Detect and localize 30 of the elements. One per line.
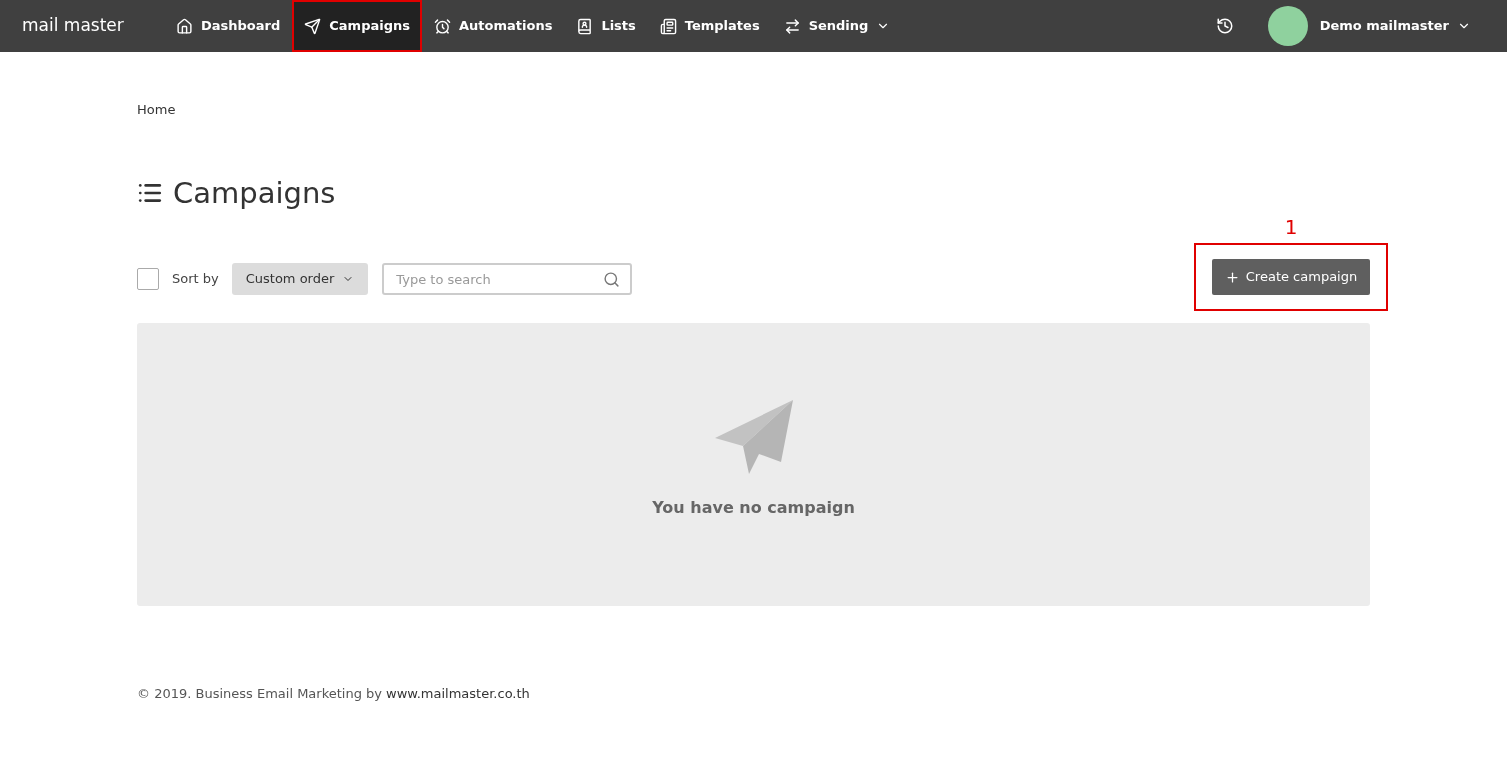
nav-tab[interactable]: Dashboard (164, 0, 293, 52)
nav-tab[interactable]: Campaigns (292, 0, 422, 52)
newspaper-icon (659, 17, 677, 35)
nav-tab[interactable]: Lists (564, 0, 648, 52)
breadcrumb[interactable]: Home (137, 100, 1370, 120)
checkbox[interactable] (137, 268, 159, 290)
house-icon (176, 17, 193, 35)
nav-tab[interactable]: Templates (647, 0, 772, 52)
create-campaign-button[interactable]: Create campaign (1211, 259, 1371, 295)
history-icon[interactable] (1215, 17, 1234, 35)
footer-link[interactable]: www.mailmaster.co.th (386, 684, 530, 704)
footer-text: © 2019. Business Email Marketing by (137, 685, 382, 703)
sort-dropdown[interactable]: Custom order (231, 263, 369, 295)
alarm-clock-icon (434, 17, 451, 35)
nav-tab[interactable]: Sending (771, 0, 903, 52)
empty-message: You have no campaign (652, 496, 855, 519)
nav-tab[interactable]: Automations (422, 0, 565, 52)
paper-plane-icon (714, 399, 793, 474)
plus-icon (1224, 269, 1240, 285)
avatar[interactable] (1267, 6, 1308, 46)
search-icon (603, 271, 621, 288)
logo[interactable]: mail master (22, 13, 152, 39)
step-number: 1 (1284, 217, 1298, 237)
user-name[interactable]: Demo mailmaster (1319, 16, 1449, 36)
sort-label: Sort by (172, 270, 219, 289)
paper-plane-icon (304, 17, 322, 35)
arrows-icon (783, 17, 801, 35)
page-title: Campaigns (173, 174, 336, 212)
contact-book-icon (576, 17, 594, 35)
search-field[interactable]: Type to search (382, 263, 633, 295)
